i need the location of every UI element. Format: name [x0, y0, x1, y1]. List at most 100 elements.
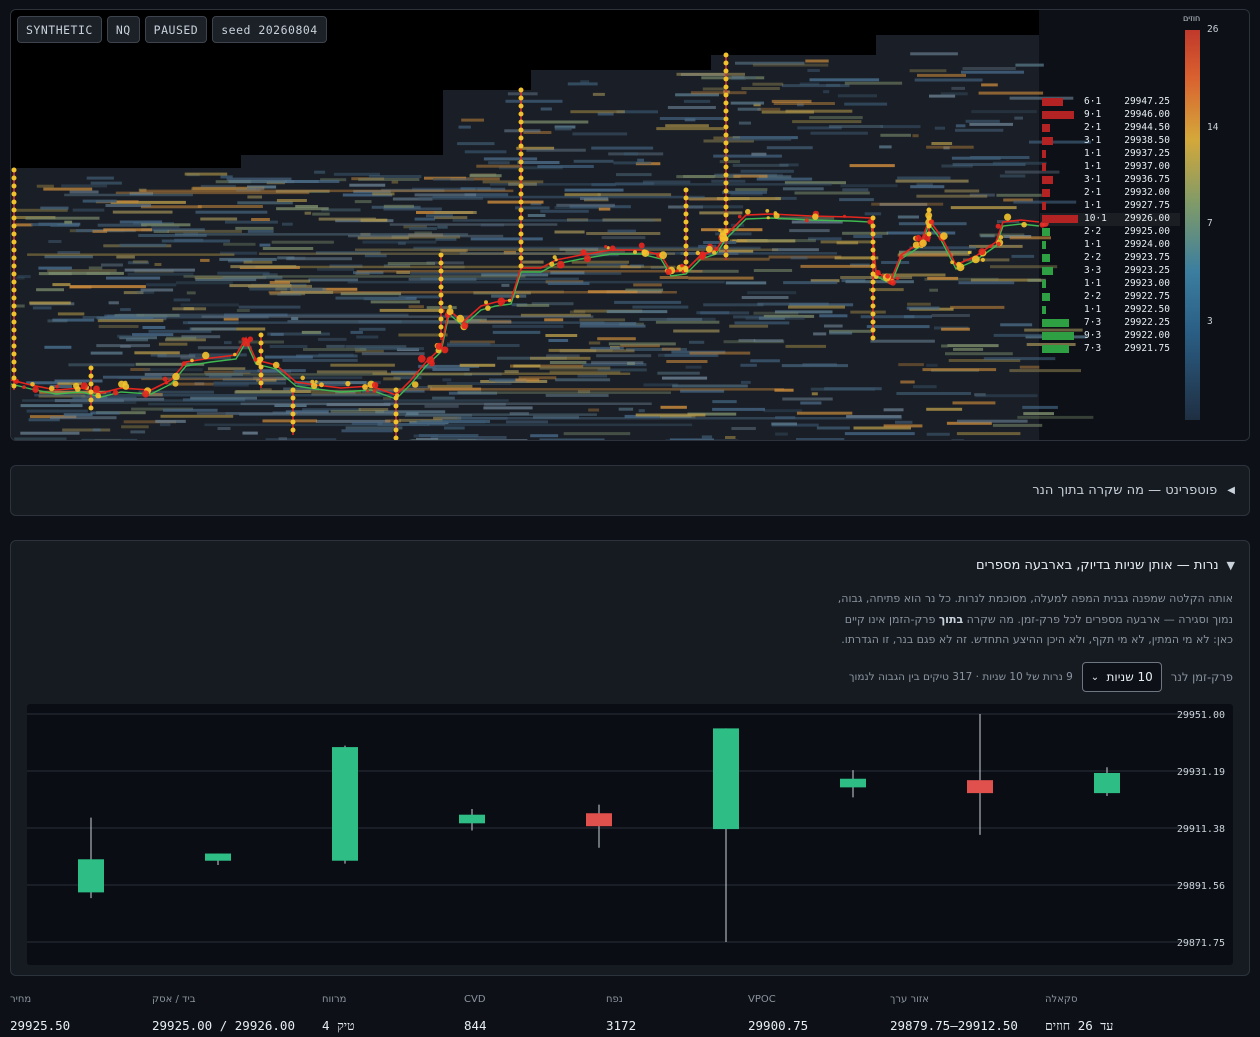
y-tick-label: 29931.19 [1177, 767, 1225, 778]
book-row: 2·2 29925.00 [1040, 226, 1180, 239]
chevron-down-icon: ⌄ [1090, 671, 1100, 683]
book-size-bar [1042, 293, 1050, 301]
expand-arrow-icon: ▼ [1226, 559, 1235, 572]
book-size: 7·3 [1084, 317, 1102, 328]
book-price: 29946.00 [1124, 109, 1170, 120]
book-size-bar [1042, 137, 1054, 145]
candle-body [967, 780, 993, 794]
stat-item: נפח 3172 [606, 994, 748, 1033]
stat-value: 29925.50 [10, 1018, 71, 1033]
desc-bold: בתוך [938, 612, 964, 626]
candle [840, 770, 866, 798]
chip-state[interactable]: PAUSED [144, 16, 208, 43]
book-price: 29944.50 [1124, 122, 1170, 133]
y-tick-label: 29911.38 [1177, 824, 1225, 835]
book-size: 3·3 [1084, 265, 1102, 276]
status-chips: SYNTHETIC NQ PAUSED seed 20260804 [17, 16, 327, 43]
book-size-bar [1042, 267, 1054, 275]
book-size-bar [1042, 202, 1046, 210]
stat-item: VPOC 29900.75 [748, 994, 890, 1033]
book-size: 2·1 [1084, 122, 1102, 133]
book-price: 29923.75 [1124, 252, 1170, 263]
footprint-section-toggle[interactable]: ◀ פוטפרינט — מה שקרה בתוך הנר [10, 465, 1250, 516]
candle [332, 745, 358, 864]
stat-label: VPOC [748, 994, 776, 1005]
stat-value: 29925.00 / 29926.00 [152, 1018, 295, 1033]
book-row: 1·1 29924.00 [1040, 239, 1180, 252]
book-size: 1·1 [1084, 161, 1102, 172]
book-size: 7·3 [1084, 343, 1102, 354]
book-size-bar [1042, 215, 1079, 223]
book-row: 2·2 29923.75 [1040, 252, 1180, 265]
period-label: פרק-זמן לנר [1170, 670, 1233, 684]
book-size: 1·1 [1084, 278, 1102, 289]
stat-item: CVD 844 [464, 994, 606, 1033]
period-select[interactable]: 10 שניות ⌄ [1081, 662, 1162, 692]
candle [459, 808, 485, 831]
book-price: 29922.25 [1124, 317, 1170, 328]
candle-info: 9 נרות של 10 שניות · 317 טיקים בין הגבוה… [848, 671, 1073, 683]
stat-item: מחיר 29925.50 [10, 994, 152, 1033]
candles-section: ▼ נרות — אותן שניות בדיוק, בארבעה מספרים… [10, 540, 1250, 976]
book-price: 29921.75 [1124, 343, 1170, 354]
book-size: 2·2 [1084, 291, 1102, 302]
stat-value: 4 טיק [322, 1018, 355, 1033]
book-size: 6·1 [1084, 96, 1102, 107]
book-price: 29937.25 [1124, 148, 1170, 159]
stat-label: מחיר [10, 994, 32, 1005]
book-size: 2·2 [1084, 226, 1102, 237]
book-size: 3·1 [1084, 135, 1102, 146]
stat-label: אזור ערך [890, 994, 929, 1005]
y-tick-label: 29891.56 [1177, 881, 1225, 892]
book-size-bar [1042, 319, 1069, 327]
book-size-bar [1042, 124, 1050, 132]
footprint-title: פוטפרינט — מה שקרה בתוך הנר [1032, 483, 1218, 498]
candle-body [459, 814, 485, 824]
stats-bar: מחיר 29925.50 ביד / אסק 29925.00 / 29926.00… [0, 994, 1260, 1037]
candles-description: אותה הקלטה שמפנה גבנית המפה למעלה, מסוכמ… [833, 589, 1233, 651]
candlestick-svg: 29951.00 29931.19 29911.38 29891.56 29871.75 [27, 710, 1225, 949]
book-row: 3·1 29938.50 [1040, 135, 1180, 148]
book-size: 2·2 [1084, 252, 1102, 263]
book-row: 1·1 29927.75 [1040, 200, 1180, 213]
book-size-bar [1042, 280, 1046, 288]
book-price: 29922.75 [1124, 291, 1170, 302]
book-row: 7·3 29921.75 [1040, 343, 1180, 356]
candles-section-toggle[interactable]: ▼ נרות — אותן שניות בדיוק, בארבעה מספרים [976, 558, 1235, 573]
candle-body [713, 728, 739, 830]
book-price: 29923.25 [1124, 265, 1170, 276]
book-size: 1·1 [1084, 239, 1102, 250]
period-value: 10 שניות [1106, 670, 1153, 684]
candlestick-chart: 29951.00 29931.19 29911.38 29891.56 29871.75 [27, 704, 1233, 965]
book-size-bar [1042, 163, 1046, 171]
candle-body [205, 853, 231, 861]
stat-item: מרווח 4 טיק [322, 994, 464, 1034]
legend-tick: 3 [1207, 316, 1213, 327]
chip-mode: SYNTHETIC [17, 16, 102, 43]
book-size-bar [1042, 306, 1046, 314]
book-size-bar [1042, 332, 1075, 340]
legend-title: חוזים [1183, 14, 1201, 23]
book-price: 29925.00 [1124, 226, 1170, 237]
book-size-bar [1042, 150, 1046, 158]
book-size-bar [1042, 345, 1069, 353]
candle [205, 853, 231, 866]
candle [713, 728, 739, 942]
candle [586, 804, 612, 848]
book-row: 1·1 29923.00 [1040, 278, 1180, 291]
book-size-bar [1042, 176, 1054, 184]
stat-item: אזור ערך 29879.75–29912.50 [890, 994, 1032, 1033]
stat-label: CVD [464, 994, 486, 1005]
legend-tick: 14 [1207, 122, 1219, 133]
book-size: 1·1 [1084, 200, 1102, 211]
book-size-bar [1042, 228, 1050, 236]
stat-value: 3172 [606, 1018, 637, 1033]
book-price: 29937.00 [1124, 161, 1170, 172]
legend-color-scale [1185, 30, 1200, 420]
book-row: 9·1 29946.00 [1040, 109, 1180, 122]
book-price: 29922.50 [1124, 304, 1170, 315]
book-row: 7·3 29922.25 [1040, 317, 1180, 330]
book-row: 6·1 29947.25 [1040, 96, 1180, 109]
book-row: 10·1 29926.00 [1040, 213, 1180, 226]
legend-tick: 7 [1207, 218, 1213, 229]
